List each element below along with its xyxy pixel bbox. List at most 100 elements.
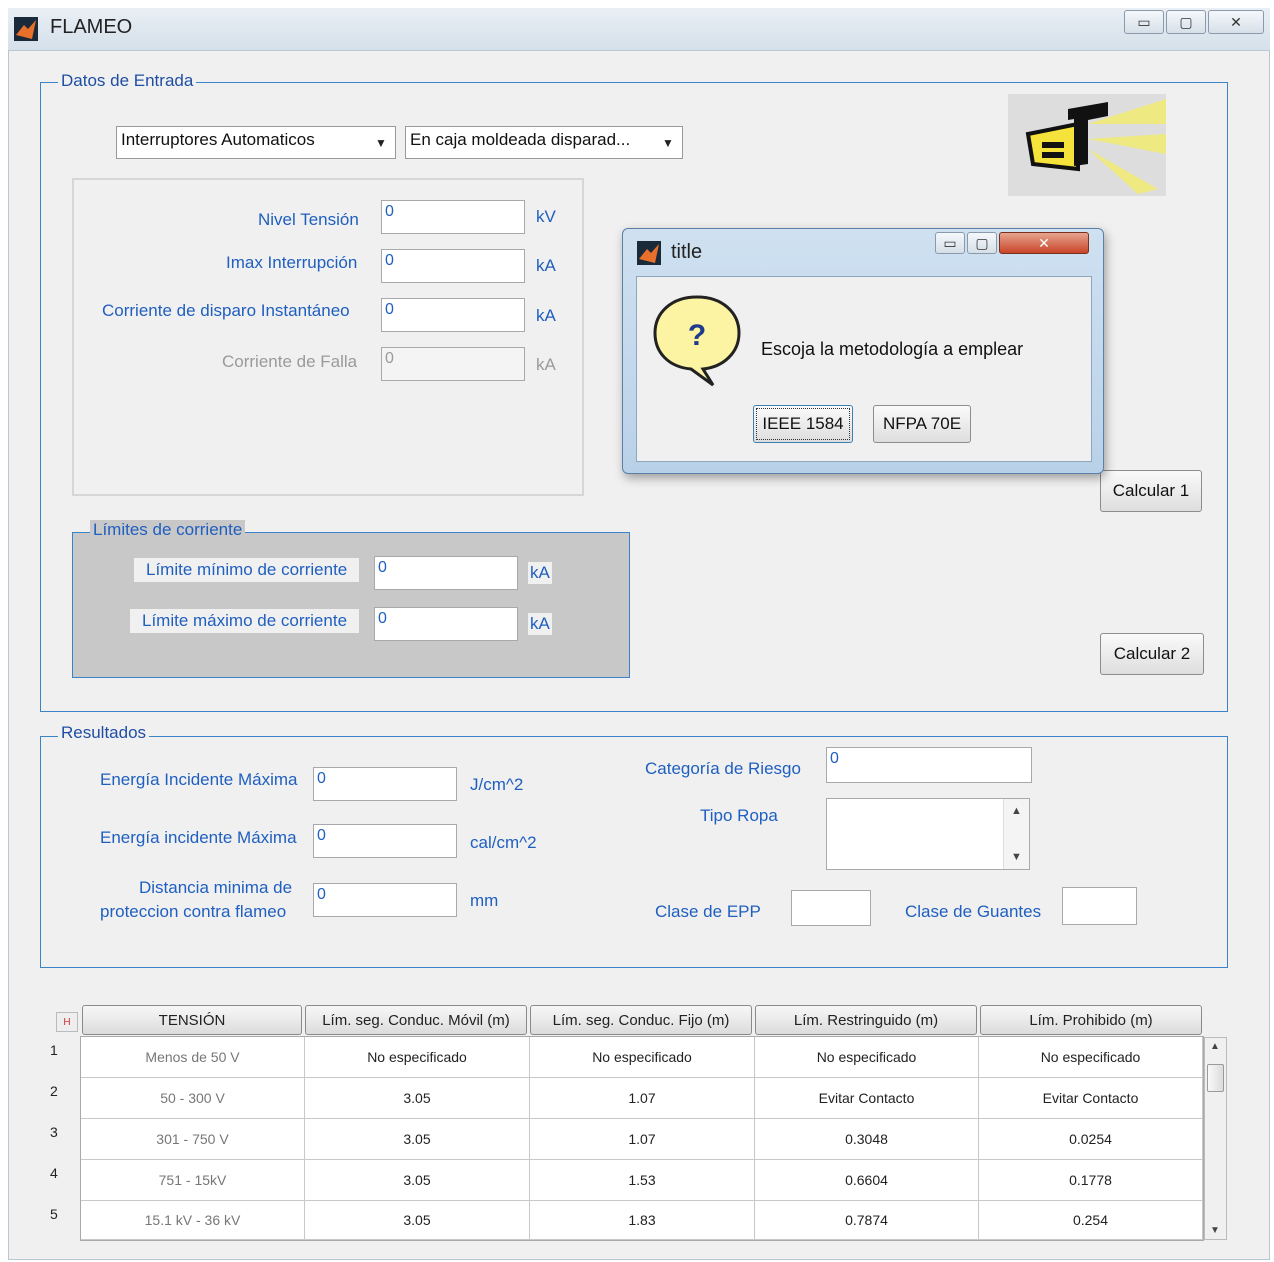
device-type-dropdown[interactable]: Interruptores Automaticos ▼ (116, 126, 396, 159)
table-cell[interactable]: 0.0254 (979, 1119, 1203, 1160)
energia-calcm2-label: Energía incidente Máxima (100, 828, 297, 847)
dialog-minimize-button[interactable]: ▭ (935, 232, 965, 254)
table-cell[interactable]: 1.53 (530, 1160, 755, 1201)
table-cell[interactable]: No especificado (755, 1037, 979, 1078)
limites-title: Límites de corriente (90, 520, 246, 540)
ieee-1584-button[interactable]: IEEE 1584 (753, 405, 853, 443)
nivel-tension-input[interactable]: 0 (381, 200, 525, 234)
scroll-thumb[interactable] (1207, 1064, 1224, 1092)
chevron-down-icon: ▼ (662, 135, 674, 150)
dialog-title: title (671, 241, 703, 263)
device-type-value: Interruptores Automaticos (121, 130, 315, 149)
tipo-ropa-listbox[interactable]: ▲ ▼ (826, 798, 1030, 870)
scroll-down-icon[interactable]: ▼ (1011, 851, 1022, 863)
table-cell[interactable]: 1.07 (530, 1119, 755, 1160)
distancia-label-line1: Distancia minima de (139, 878, 293, 897)
clase-epp-output[interactable] (791, 890, 871, 926)
dialog-maximize-button[interactable]: ▢ (967, 232, 997, 254)
calcular-2-button[interactable]: Calcular 2 (1100, 633, 1204, 675)
table-cell[interactable]: Menos de 50 V (81, 1037, 305, 1078)
clase-guantes-label: Clase de Guantes (905, 902, 1042, 921)
column-header-movil[interactable]: Lím. seg. Conduc. Móvil (m) (305, 1005, 527, 1035)
calcular-1-button[interactable]: Calcular 1 (1100, 470, 1202, 512)
distancia-output[interactable]: 0 (313, 883, 457, 917)
row-number: 1 (50, 1042, 58, 1058)
limite-max-input[interactable]: 0 (374, 607, 518, 641)
table-cell[interactable]: 1.83 (530, 1201, 755, 1240)
tipo-ropa-scrollbar[interactable]: ▲ ▼ (1003, 799, 1029, 869)
table-cell[interactable]: 3.05 (305, 1201, 530, 1240)
close-button[interactable]: ✕ (1208, 10, 1264, 34)
categoria-riesgo-output[interactable]: 0 (826, 747, 1032, 783)
title-bar: FLAMEO ▭ ▢ ✕ (8, 8, 1270, 50)
corriente-falla-unit: kA (536, 355, 556, 374)
table-cell[interactable]: No especificado (530, 1037, 755, 1078)
nivel-tension-label: Nivel Tensión (258, 210, 359, 229)
column-header-prohibido[interactable]: Lím. Prohibido (m) (980, 1005, 1202, 1035)
datos-entrada-title: Datos de Entrada (58, 71, 197, 91)
et-logo-icon (1025, 99, 1166, 194)
limite-min-unit: kA (528, 562, 552, 584)
column-header-tension[interactable]: TENSIÓN (82, 1005, 302, 1035)
imax-label: Imax Interrupción (226, 253, 358, 272)
table-cell[interactable]: 751 - 15kV (81, 1160, 305, 1201)
table-cell[interactable]: 3.05 (305, 1160, 530, 1201)
clase-guantes-output[interactable] (1062, 887, 1137, 925)
dialog-close-button[interactable]: ✕ (999, 232, 1089, 254)
maximize-icon: ▢ (1179, 13, 1193, 30)
device-subtype-value: En caja moldeada disparad... (410, 130, 631, 149)
close-icon: ✕ (1230, 13, 1242, 30)
scroll-up-icon[interactable]: ▲ (1210, 1041, 1220, 1052)
table-cell[interactable]: 15.1 kV - 36 kV (81, 1201, 305, 1240)
limite-max-unit: kA (528, 613, 552, 635)
limites-group (72, 532, 630, 678)
table-cell[interactable]: 0.7874 (755, 1201, 979, 1240)
energia-jcm2-output[interactable]: 0 (313, 767, 457, 801)
table-cell[interactable]: 301 - 750 V (81, 1119, 305, 1160)
matlab-icon (14, 17, 38, 41)
limite-min-input[interactable]: 0 (374, 556, 518, 590)
table-cell[interactable]: Evitar Contacto (755, 1078, 979, 1119)
column-header-fijo[interactable]: Lím. seg. Conduc. Fijo (m) (530, 1005, 752, 1035)
table-cell[interactable]: No especificado (305, 1037, 530, 1078)
minimize-icon: ▭ (1137, 13, 1151, 30)
maximize-button[interactable]: ▢ (1166, 10, 1206, 34)
nfpa-70e-button[interactable]: NFPA 70E (873, 405, 971, 443)
table-cell[interactable]: Evitar Contacto (979, 1078, 1203, 1119)
table-cell[interactable]: 1.07 (530, 1078, 755, 1119)
device-subtype-dropdown[interactable]: En caja moldeada disparad... ▼ (405, 126, 683, 159)
corriente-falla-input: 0 (381, 347, 525, 381)
table-cell[interactable]: 0.6604 (755, 1160, 979, 1201)
minimize-icon: ▭ (943, 234, 957, 251)
scroll-up-icon[interactable]: ▲ (1011, 805, 1022, 817)
categoria-riesgo-label: Categoría de Riesgo (645, 759, 801, 778)
disparo-input[interactable]: 0 (381, 298, 525, 332)
column-header-restringuido[interactable]: Lím. Restringuido (m) (755, 1005, 977, 1035)
tipo-ropa-label: Tipo Ropa (700, 806, 778, 825)
row-number: 5 (50, 1206, 58, 1222)
energia-jcm2-label: Energía Incidente Máxima (100, 770, 298, 789)
table-cell[interactable]: 0.3048 (755, 1119, 979, 1160)
scroll-down-icon[interactable]: ▼ (1210, 1225, 1220, 1236)
app-window: FLAMEO ▭ ▢ ✕ Datos de Entrada Interrupto… (0, 0, 1274, 1262)
minimize-button[interactable]: ▭ (1124, 10, 1164, 34)
table-cell[interactable]: 50 - 300 V (81, 1078, 305, 1119)
disparo-label: Corriente de disparo Instantáneo (102, 301, 350, 320)
question-bubble-icon: ? (653, 295, 741, 387)
distancia-unit: mm (470, 891, 499, 910)
table-cell[interactable]: No especificado (979, 1037, 1203, 1078)
table-cell[interactable]: 0.1778 (979, 1160, 1203, 1201)
table-cell[interactable]: 3.05 (305, 1119, 530, 1160)
row-number: 4 (50, 1165, 58, 1181)
row-number: 2 (50, 1083, 58, 1099)
question-mark: ? (688, 319, 706, 352)
table-cell[interactable]: 0.254 (979, 1201, 1203, 1240)
table-scrollbar[interactable]: ▲ ▼ (1204, 1037, 1227, 1240)
table-cell[interactable]: 3.05 (305, 1078, 530, 1119)
distancia-label-line2: proteccion contra flameo (100, 902, 287, 921)
table-corner-icon[interactable]: H (56, 1012, 78, 1032)
energia-calcm2-output[interactable]: 0 (313, 824, 457, 858)
limite-min-label: Límite mínimo de corriente (134, 558, 360, 582)
chevron-down-icon: ▼ (375, 135, 387, 150)
imax-input[interactable]: 0 (381, 249, 525, 283)
